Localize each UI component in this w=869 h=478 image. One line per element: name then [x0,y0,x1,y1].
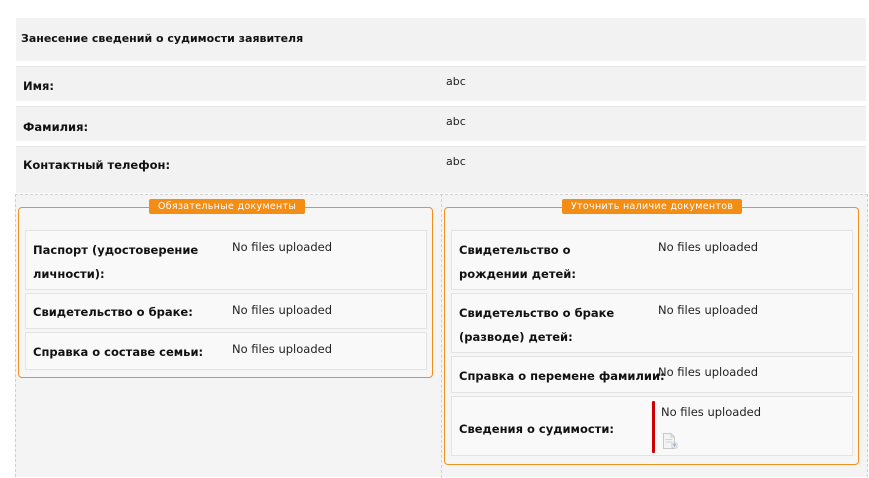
first-name-label: Имя: [23,79,55,93]
doc-row-birth: Свидетельство о рождении детей: No files… [451,230,853,290]
doc-label-children-marriage: Свидетельство о браке (разводе) детей: [459,306,615,344]
upload-file-icon[interactable] [662,432,678,453]
doc-files-children-marriage: No files uploaded [658,303,758,317]
doc-files-name-change: No files uploaded [658,365,758,379]
doc-row-criminal-record: Сведения о судимости: No files uploaded [451,396,853,456]
documents-column-separator [441,194,442,478]
doc-label-family: Справка о составе семьи: [33,345,204,359]
doc-row-passport: Паспорт (удостоверение личности): No fil… [25,230,427,290]
doc-files-passport: No files uploaded [232,240,332,254]
first-name-row: Имя: abc [16,66,866,101]
phone-value: abc [446,155,466,168]
doc-label-passport: Паспорт (удостоверение личности): [33,243,199,281]
first-name-value: abc [446,75,466,88]
last-name-label: Фамилия: [23,120,89,134]
form-header: Занесение сведений о судимости заявителя [16,18,866,61]
mandatory-documents-legend: Обязательные документы [149,199,306,214]
doc-label-name-change: Справка о перемене фамилии: [459,369,665,383]
required-field-error-indicator [652,401,655,453]
doc-files-marriage: No files uploaded [232,303,332,317]
last-name-value: abc [446,115,466,128]
optional-documents-legend: Уточнить наличие документов [562,199,743,214]
doc-label-criminal-record: Сведения о судимости: [459,422,614,436]
last-name-row: Фамилия: abc [16,106,866,141]
doc-row-family: Справка о составе семьи: No files upload… [25,332,427,370]
page-title: Занесение сведений о судимости заявителя [21,32,304,45]
section-divider [16,181,866,193]
phone-label: Контактный телефон: [23,158,171,172]
mandatory-documents-group: Обязательные документы Паспорт (удостове… [18,199,433,378]
optional-documents-group: Уточнить наличие документов Свидетельств… [444,199,859,465]
doc-label-birth: Свидетельство о рождении детей: [459,243,576,281]
doc-files-family: No files uploaded [232,342,332,356]
doc-files-criminal-record: No files uploaded [661,405,761,419]
doc-files-birth: No files uploaded [658,240,758,254]
phone-row: Контактный телефон: abc [16,146,866,181]
doc-row-marriage: Свидетельство о браке: No files uploaded [25,293,427,329]
doc-row-children-marriage: Свидетельство о браке (разводе) детей: N… [451,293,853,353]
doc-row-name-change: Справка о перемене фамилии: No files upl… [451,356,853,393]
doc-label-marriage: Свидетельство о браке: [33,305,193,319]
